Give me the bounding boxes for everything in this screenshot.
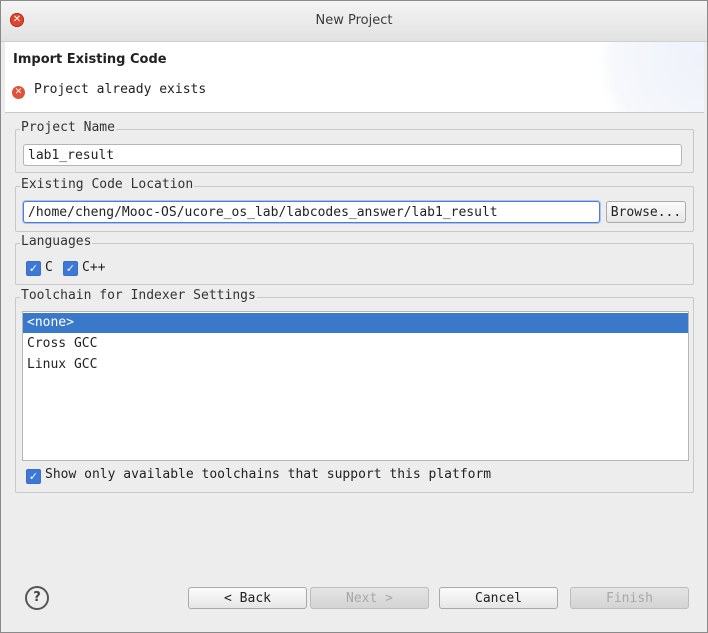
show-only-available-label: Show only available toolchains that supp… [45,467,492,482]
cancel-button[interactable]: Cancel [439,587,558,609]
page-title: Import Existing Code [13,52,167,67]
list-item[interactable]: Cross GCC [23,334,688,354]
window-title: New Project [315,13,393,28]
error-icon: ✕ [12,86,25,99]
new-project-dialog: ✕ New Project Import Existing Code ✕ Pro… [0,0,708,633]
back-button[interactable]: < Back [188,587,307,609]
wizard-header: Import Existing Code ✕ Project already e… [5,42,704,113]
cpp-checkbox-label: C++ [82,260,106,275]
error-message: Project already exists [34,82,207,97]
toolchain-list[interactable]: <none> Cross GCC Linux GCC [22,311,689,461]
finish-button[interactable]: Finish [570,587,689,609]
browse-button[interactable]: Browse... [606,201,686,223]
show-only-available-checkbox[interactable]: ✓ [26,469,41,484]
header-banner-graphic [584,42,704,112]
list-item[interactable]: Linux GCC [23,355,688,375]
project-name-label: Project Name [20,120,116,135]
languages-group: Languages [15,234,694,285]
toolchain-label: Toolchain for Indexer Settings [20,288,257,303]
list-item[interactable]: <none> [23,313,688,333]
code-location-label: Existing Code Location [20,177,195,192]
c-checkbox[interactable]: ✓ [26,261,41,276]
code-location-input[interactable]: /home/cheng/Mooc-OS/ucore_os_lab/labcode… [23,201,600,223]
next-button[interactable]: Next > [310,587,429,609]
help-icon[interactable]: ? [25,586,49,610]
c-checkbox-label: C [45,260,53,275]
languages-label: Languages [20,234,93,249]
project-name-input[interactable]: lab1_result [23,144,682,166]
title-bar: ✕ New Project [1,1,707,42]
cpp-checkbox[interactable]: ✓ [63,261,78,276]
